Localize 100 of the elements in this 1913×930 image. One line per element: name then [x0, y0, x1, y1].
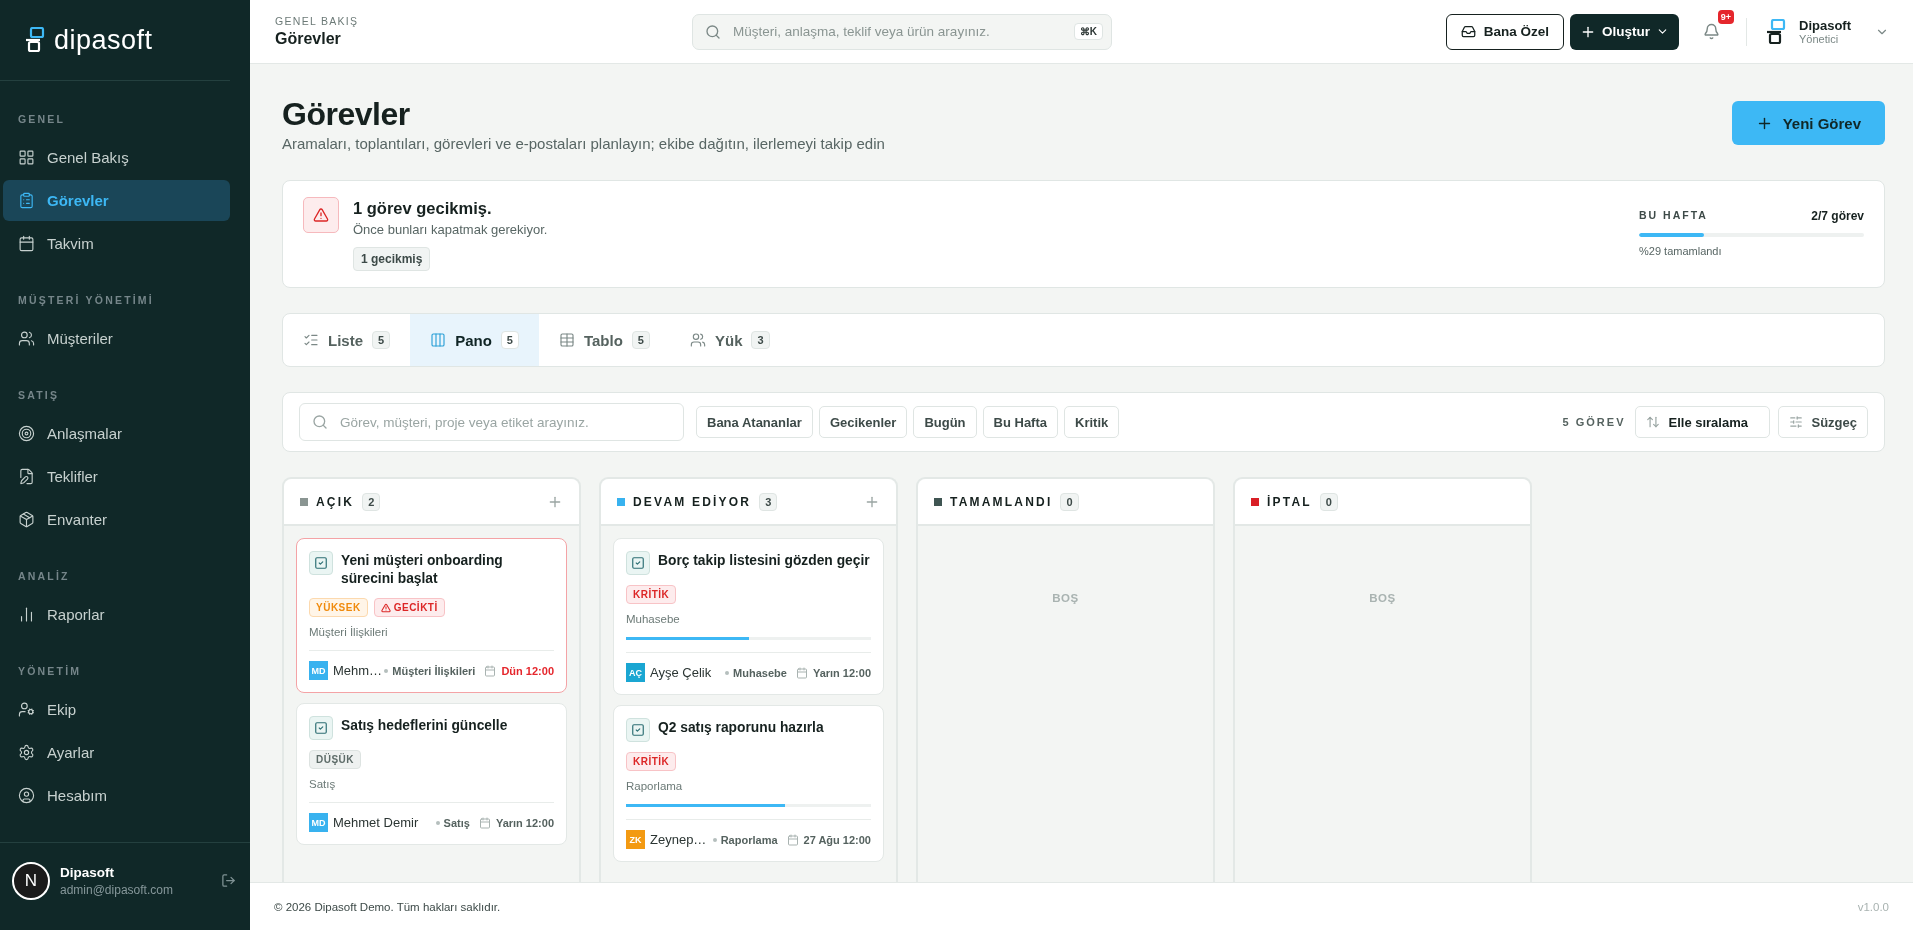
filter-chip[interactable]: Gecikenler — [818, 406, 908, 438]
week-caption: %29 tamamlandı — [1639, 245, 1723, 257]
tab-count: 5 — [372, 331, 391, 349]
column-count: 3 — [759, 492, 778, 511]
personal-button[interactable]: Bana Özel — [1445, 13, 1564, 50]
create-button[interactable]: Oluştur — [1570, 13, 1679, 50]
empty-column-text: BOŞ — [1368, 592, 1397, 604]
task-search-bar[interactable]: Görev, müşteri, proje veya etiket arayınız. — [299, 403, 684, 441]
assignee-avatar: ZK — [626, 830, 645, 849]
task-department: Raporlama — [712, 833, 778, 846]
sidebar-item[interactable]: Ayarlar — [3, 732, 230, 773]
task-title: Satış hedeflerini güncelle — [341, 717, 508, 735]
header-title: Görevler — [275, 30, 342, 48]
filter-chip[interactable]: Bu Hafta — [982, 406, 1058, 438]
warning-icon — [303, 197, 339, 233]
task-category: Satış — [309, 778, 337, 790]
tab-count: 5 — [631, 331, 650, 349]
week-label: BU HAFTA — [1639, 209, 1708, 223]
task-department: Muhasebe — [725, 666, 787, 679]
task-count: 5 GÖREV — [1562, 416, 1626, 428]
column-title: TAMAMLANDI — [950, 494, 1053, 509]
filter-chip[interactable]: Bugün — [913, 406, 977, 438]
account-menu[interactable]: Dipasoft Yönetici — [1765, 18, 1889, 45]
nav-icon — [18, 192, 35, 209]
tab-icon — [558, 332, 575, 348]
copyright-text: © 2026 Dipasoft Demo. Tüm hakları saklıdır. — [274, 900, 501, 913]
view-tab[interactable]: Yük 3 — [669, 314, 796, 366]
assignee-avatar: MD — [309, 661, 328, 680]
filter-chip[interactable]: Kritik — [1064, 406, 1120, 438]
task-card[interactable]: Borç takip listesini gözden geçir KRİTİK Muhasebe AÇ Ayşe Çelik Muhasebe Yarın 12:00 — [613, 538, 884, 695]
search-input[interactable]: Müşteri, anlaşma, teklif veya ürün arayınız. — [731, 23, 1064, 40]
view-tab[interactable]: Liste 5 — [283, 314, 411, 366]
user-avatar: N — [12, 861, 50, 900]
task-check-icon — [626, 551, 650, 575]
task-card[interactable]: Q2 satış raporunu hazırla KRİTİK Raporlama ZK Zeynep… Raporlama 27 Ağu 12:00 — [613, 705, 884, 862]
column-title: AÇIK — [316, 494, 355, 509]
sidebar-item[interactable]: Görevler — [3, 180, 230, 221]
column-title: İPTAL — [1267, 494, 1312, 509]
nav-icon — [18, 744, 35, 761]
sidebar-item[interactable]: Takvim — [3, 223, 230, 264]
task-card[interactable]: Satış hedeflerini güncelle DÜŞÜK Satış MD Mehmet Demir Satış Yarın 12:00 — [296, 703, 567, 845]
search-icon — [312, 414, 328, 430]
nav-icon — [18, 425, 35, 442]
task-card[interactable]: Yeni müşteri onboarding sürecini başlat YÜKSEK GECİKTİ Müşteri İlişkileri MD Mehm… Müşteri İlişkileri Dün 12:00 — [296, 538, 567, 693]
sidebar-item[interactable]: Genel Bakış — [3, 137, 230, 178]
view-tab[interactable]: Tablo 5 — [538, 314, 670, 366]
sidebar-item[interactable]: Hesabım — [3, 775, 230, 816]
task-category: Muhasebe — [626, 613, 681, 625]
filter-chip[interactable]: Bana Atananlar — [696, 406, 813, 438]
assignee-name: Mehm… — [333, 663, 380, 678]
priority-tag: YÜKSEK — [309, 598, 368, 617]
filter-button[interactable]: Süzgeç — [1778, 406, 1868, 438]
task-check-icon — [626, 718, 650, 742]
nav-icon — [18, 511, 35, 528]
search-icon — [705, 23, 722, 40]
logout-button[interactable] — [219, 871, 238, 890]
tab-count: 5 — [500, 331, 519, 349]
assignee-name: Mehmet Demir — [333, 815, 420, 830]
nav-section-title: SATIŞ — [17, 388, 61, 403]
view-tab[interactable]: Pano 5 — [410, 314, 539, 366]
tab-count: 3 — [751, 331, 770, 349]
version-text: v1.0.0 — [1857, 900, 1889, 913]
due-date: Dün 12:00 — [501, 664, 554, 677]
sidebar-item[interactable]: Ekip — [3, 689, 230, 730]
new-task-button[interactable]: Yeni Görev — [1731, 101, 1885, 145]
user-name: Dipasoft — [60, 864, 115, 880]
tab-icon — [430, 332, 447, 348]
task-title: Borç takip listesini gözden geçir — [658, 552, 870, 570]
sidebar-item[interactable]: Müşteriler — [3, 318, 230, 359]
nav-section-title: GENEL — [17, 112, 67, 127]
task-category: Raporlama — [626, 780, 684, 792]
nav-icon — [18, 701, 35, 718]
calendar-icon — [795, 666, 808, 679]
priority-tag: GECİKTİ — [373, 598, 445, 617]
week-count: 2/7 görev — [1811, 209, 1864, 223]
assignee-name: Zeynep… — [650, 832, 708, 847]
calendar-icon — [478, 816, 491, 829]
task-department: Satış — [435, 816, 470, 829]
column-title: DEVAM EDİYOR — [633, 494, 752, 509]
sort-select[interactable]: Elle sıralama — [1635, 406, 1771, 438]
task-title: Yeni müşteri onboarding sürecini başlat — [341, 552, 504, 588]
sidebar-item[interactable]: Teklifler — [3, 456, 230, 497]
sort-icon — [1646, 415, 1661, 429]
assignee-name: Ayşe Çelik — [650, 665, 713, 680]
bell-icon — [1703, 23, 1720, 40]
notification-badge: 9+ — [1717, 10, 1734, 24]
sidebar-item[interactable]: Anlaşmalar — [3, 413, 230, 454]
nav-icon — [18, 787, 35, 804]
tab-icon — [689, 332, 706, 348]
search-bar[interactable]: Müşteri, anlaşma, teklif veya ürün arayınız. ⌘K — [692, 13, 1113, 50]
warning-icon — [380, 602, 391, 613]
assignee-avatar: MD — [309, 813, 328, 832]
page-title: Görevler — [282, 96, 411, 133]
sidebar-item[interactable]: Envanter — [3, 499, 230, 540]
nav-section-title: ANALİZ — [17, 569, 71, 584]
calendar-icon — [484, 664, 497, 677]
assignee-avatar: AÇ — [626, 663, 645, 682]
task-check-icon — [309, 551, 333, 575]
sidebar-item[interactable]: Raporlar — [3, 594, 230, 635]
nav-icon — [18, 468, 35, 485]
